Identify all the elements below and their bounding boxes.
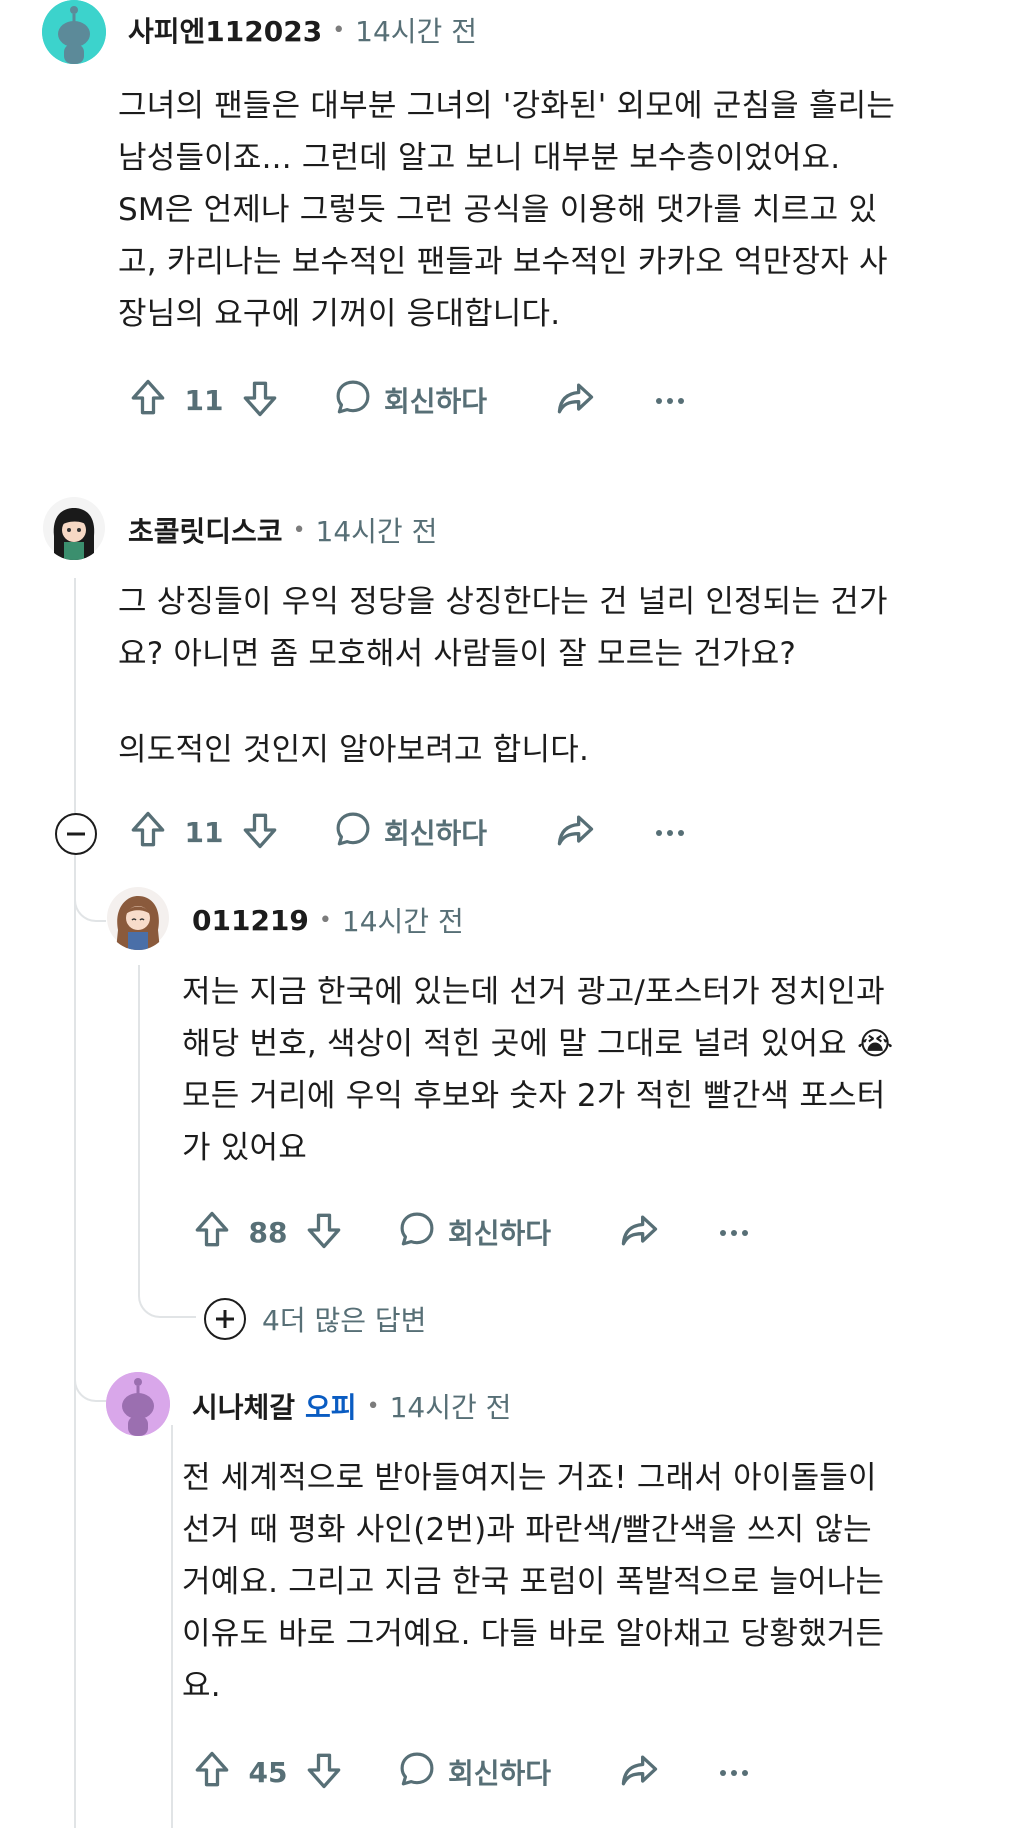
body-line: SM은 언제나 그렇듯 그런 공식을 이용해 댓가를 치르고 있	[118, 192, 878, 228]
downvote-icon[interactable]	[238, 808, 282, 856]
more-replies-link[interactable]: 4더 많은 답변	[204, 1298, 426, 1340]
comment-2-body: 그 상징들이 우익 정당을 상징한다는 건 널리 인정되는 건가 요? 아니면 …	[118, 576, 998, 776]
body-line: 요? 아니면 좀 모호해서 사람들이 잘 모르는 건가요?	[118, 636, 797, 672]
collapse-thread-button[interactable]	[55, 813, 97, 855]
timestamp: 14시간 전	[355, 15, 477, 48]
body-line: 모든 거리에 우익 후보와 숫자 2가 적힌 빨간색 포스터	[182, 1078, 886, 1114]
body-line: 저는 지금 한국에 있는데 선거 광고/포스터가 정치인과	[182, 974, 885, 1010]
body-line: 요.	[182, 1668, 221, 1704]
reply-label: 회신하다	[384, 385, 488, 418]
thread-curve-reply-1	[74, 860, 106, 922]
share-arrow-icon[interactable]	[553, 376, 597, 424]
thread-line-sub	[138, 965, 140, 1295]
timestamp: 14시간 전	[341, 905, 464, 938]
reply-bubble-icon	[396, 1208, 438, 1257]
username[interactable]: 초콜릿디스코	[128, 510, 283, 550]
comment-3-actions: 88 회신하다	[190, 1202, 749, 1262]
body-line: 장님의 요구에 기꺼이 응대합니다.	[118, 296, 561, 332]
reply-bubble-icon	[396, 1748, 438, 1797]
op-badge: 오피	[305, 1391, 357, 1424]
avatar-comment-2[interactable]	[42, 496, 106, 560]
avatar-comment-1[interactable]	[42, 0, 106, 64]
upvote-icon[interactable]	[190, 1748, 234, 1796]
body-line: 그녀의 팬들은 대부분 그녀의 '강화된' 외모에 군침을 흘리는	[118, 88, 896, 124]
upvote-icon[interactable]	[190, 1208, 234, 1256]
comment-3-body: 저는 지금 한국에 있는데 선거 광고/포스터가 정치인과 해당 번호, 색상이…	[182, 966, 1002, 1174]
body-line	[118, 680, 998, 724]
comment-1-meta: 사피엔112023 • 14시간 전	[128, 10, 477, 50]
body-line: 전 세계적으로 받아들여지는 거죠! 그래서 아이돌들이	[182, 1460, 877, 1496]
comment-2-actions: 11 회신하다	[126, 802, 685, 862]
thread-curve-more	[138, 1260, 196, 1318]
reply-button[interactable]: 회신하다	[332, 376, 487, 425]
thread-line-op-reply	[171, 1425, 173, 1828]
comment-4-actions: 45 회신하다	[190, 1742, 749, 1802]
comment-3-meta: 011219 • 14시간 전	[192, 900, 464, 940]
expand-plus-icon	[204, 1298, 246, 1340]
upvote-icon[interactable]	[126, 376, 170, 424]
body-line: 거예요. 그리고 지금 한국 포럼이 폭발적으로 늘어나는	[182, 1564, 885, 1600]
body-line: 이유도 바로 그거예요. 다들 바로 알아채고 당황했거든	[182, 1616, 885, 1652]
anime-avatar-icon	[43, 497, 105, 560]
downvote-icon[interactable]	[302, 1748, 346, 1796]
vote-count: 88	[248, 1215, 288, 1249]
timestamp: 14시간 전	[389, 1391, 512, 1424]
share-arrow-icon[interactable]	[553, 808, 597, 856]
more-dots-icon[interactable]	[655, 823, 685, 842]
avatar-comment-4[interactable]	[106, 1372, 170, 1436]
body-line: 해당 번호, 색상이 적힌 곳에 말 그대로 널려 있어요 😭	[182, 1026, 894, 1062]
reply-button[interactable]: 회신하다	[396, 1748, 551, 1797]
meta-separator: •	[332, 17, 346, 43]
reply-label: 회신하다	[448, 1757, 552, 1790]
username[interactable]: 011219	[192, 904, 309, 937]
username[interactable]: 시나체갈	[192, 1386, 295, 1426]
share-arrow-icon[interactable]	[617, 1208, 661, 1256]
snoo-avatar-icon	[106, 1372, 170, 1436]
meta-separator: •	[366, 1393, 380, 1419]
thread-line-main	[74, 578, 76, 1828]
more-dots-icon[interactable]	[719, 1763, 749, 1782]
more-dots-icon[interactable]	[719, 1223, 749, 1242]
comment-2-meta: 초콜릿디스코 • 14시간 전	[128, 510, 437, 550]
comment-4-body: 전 세계적으로 받아들여지는 거죠! 그래서 아이돌들이 선거 때 평화 사인(…	[182, 1452, 1002, 1712]
more-replies-label: 4더 많은 답변	[262, 1304, 427, 1337]
vote-count: 11	[184, 383, 224, 417]
share-arrow-icon[interactable]	[617, 1748, 661, 1796]
comment-1-body: 그녀의 팬들은 대부분 그녀의 '강화된' 외모에 군침을 흘리는 남성들이죠.…	[118, 80, 998, 340]
timestamp: 14시간 전	[315, 515, 438, 548]
upvote-icon[interactable]	[126, 808, 170, 856]
meta-separator: •	[292, 517, 306, 543]
comment-4-meta: 시나체갈 오피 • 14시간 전	[192, 1386, 511, 1426]
thread-curve-reply-2	[74, 1340, 106, 1402]
comment-1-actions: 11 회신하다	[126, 370, 685, 430]
reply-bubble-icon	[332, 808, 374, 857]
reply-label: 회신하다	[384, 817, 488, 850]
reply-label: 회신하다	[448, 1217, 552, 1250]
reply-button[interactable]: 회신하다	[396, 1208, 551, 1257]
more-dots-icon[interactable]	[655, 391, 685, 410]
body-line: 의도적인 것인지 알아보려고 합니다.	[118, 732, 590, 768]
body-line: 고, 카리나는 보수적인 팬들과 보수적인 카카오 억만장자 사	[118, 244, 888, 280]
downvote-icon[interactable]	[302, 1208, 346, 1256]
body-line: 남성들이죠... 그런데 알고 보니 대부분 보수층이었어요.	[118, 140, 841, 176]
anime-avatar-icon	[107, 887, 169, 950]
body-line: 가 있어요	[182, 1130, 307, 1166]
reply-button[interactable]: 회신하다	[332, 808, 487, 857]
reply-bubble-icon	[332, 376, 374, 425]
snoo-avatar-icon	[42, 0, 106, 64]
vote-count: 45	[248, 1755, 288, 1789]
body-line: 그 상징들이 우익 정당을 상징한다는 건 널리 인정되는 건가	[118, 584, 888, 620]
avatar-comment-3[interactable]	[106, 886, 170, 950]
body-line: 선거 때 평화 사인(2번)과 파란색/빨간색을 쓰지 않는	[182, 1512, 872, 1548]
collapse-minus-icon	[67, 832, 85, 836]
username[interactable]: 사피엔112023	[128, 10, 322, 50]
vote-count: 11	[184, 815, 224, 849]
downvote-icon[interactable]	[238, 376, 282, 424]
meta-separator: •	[318, 907, 332, 933]
